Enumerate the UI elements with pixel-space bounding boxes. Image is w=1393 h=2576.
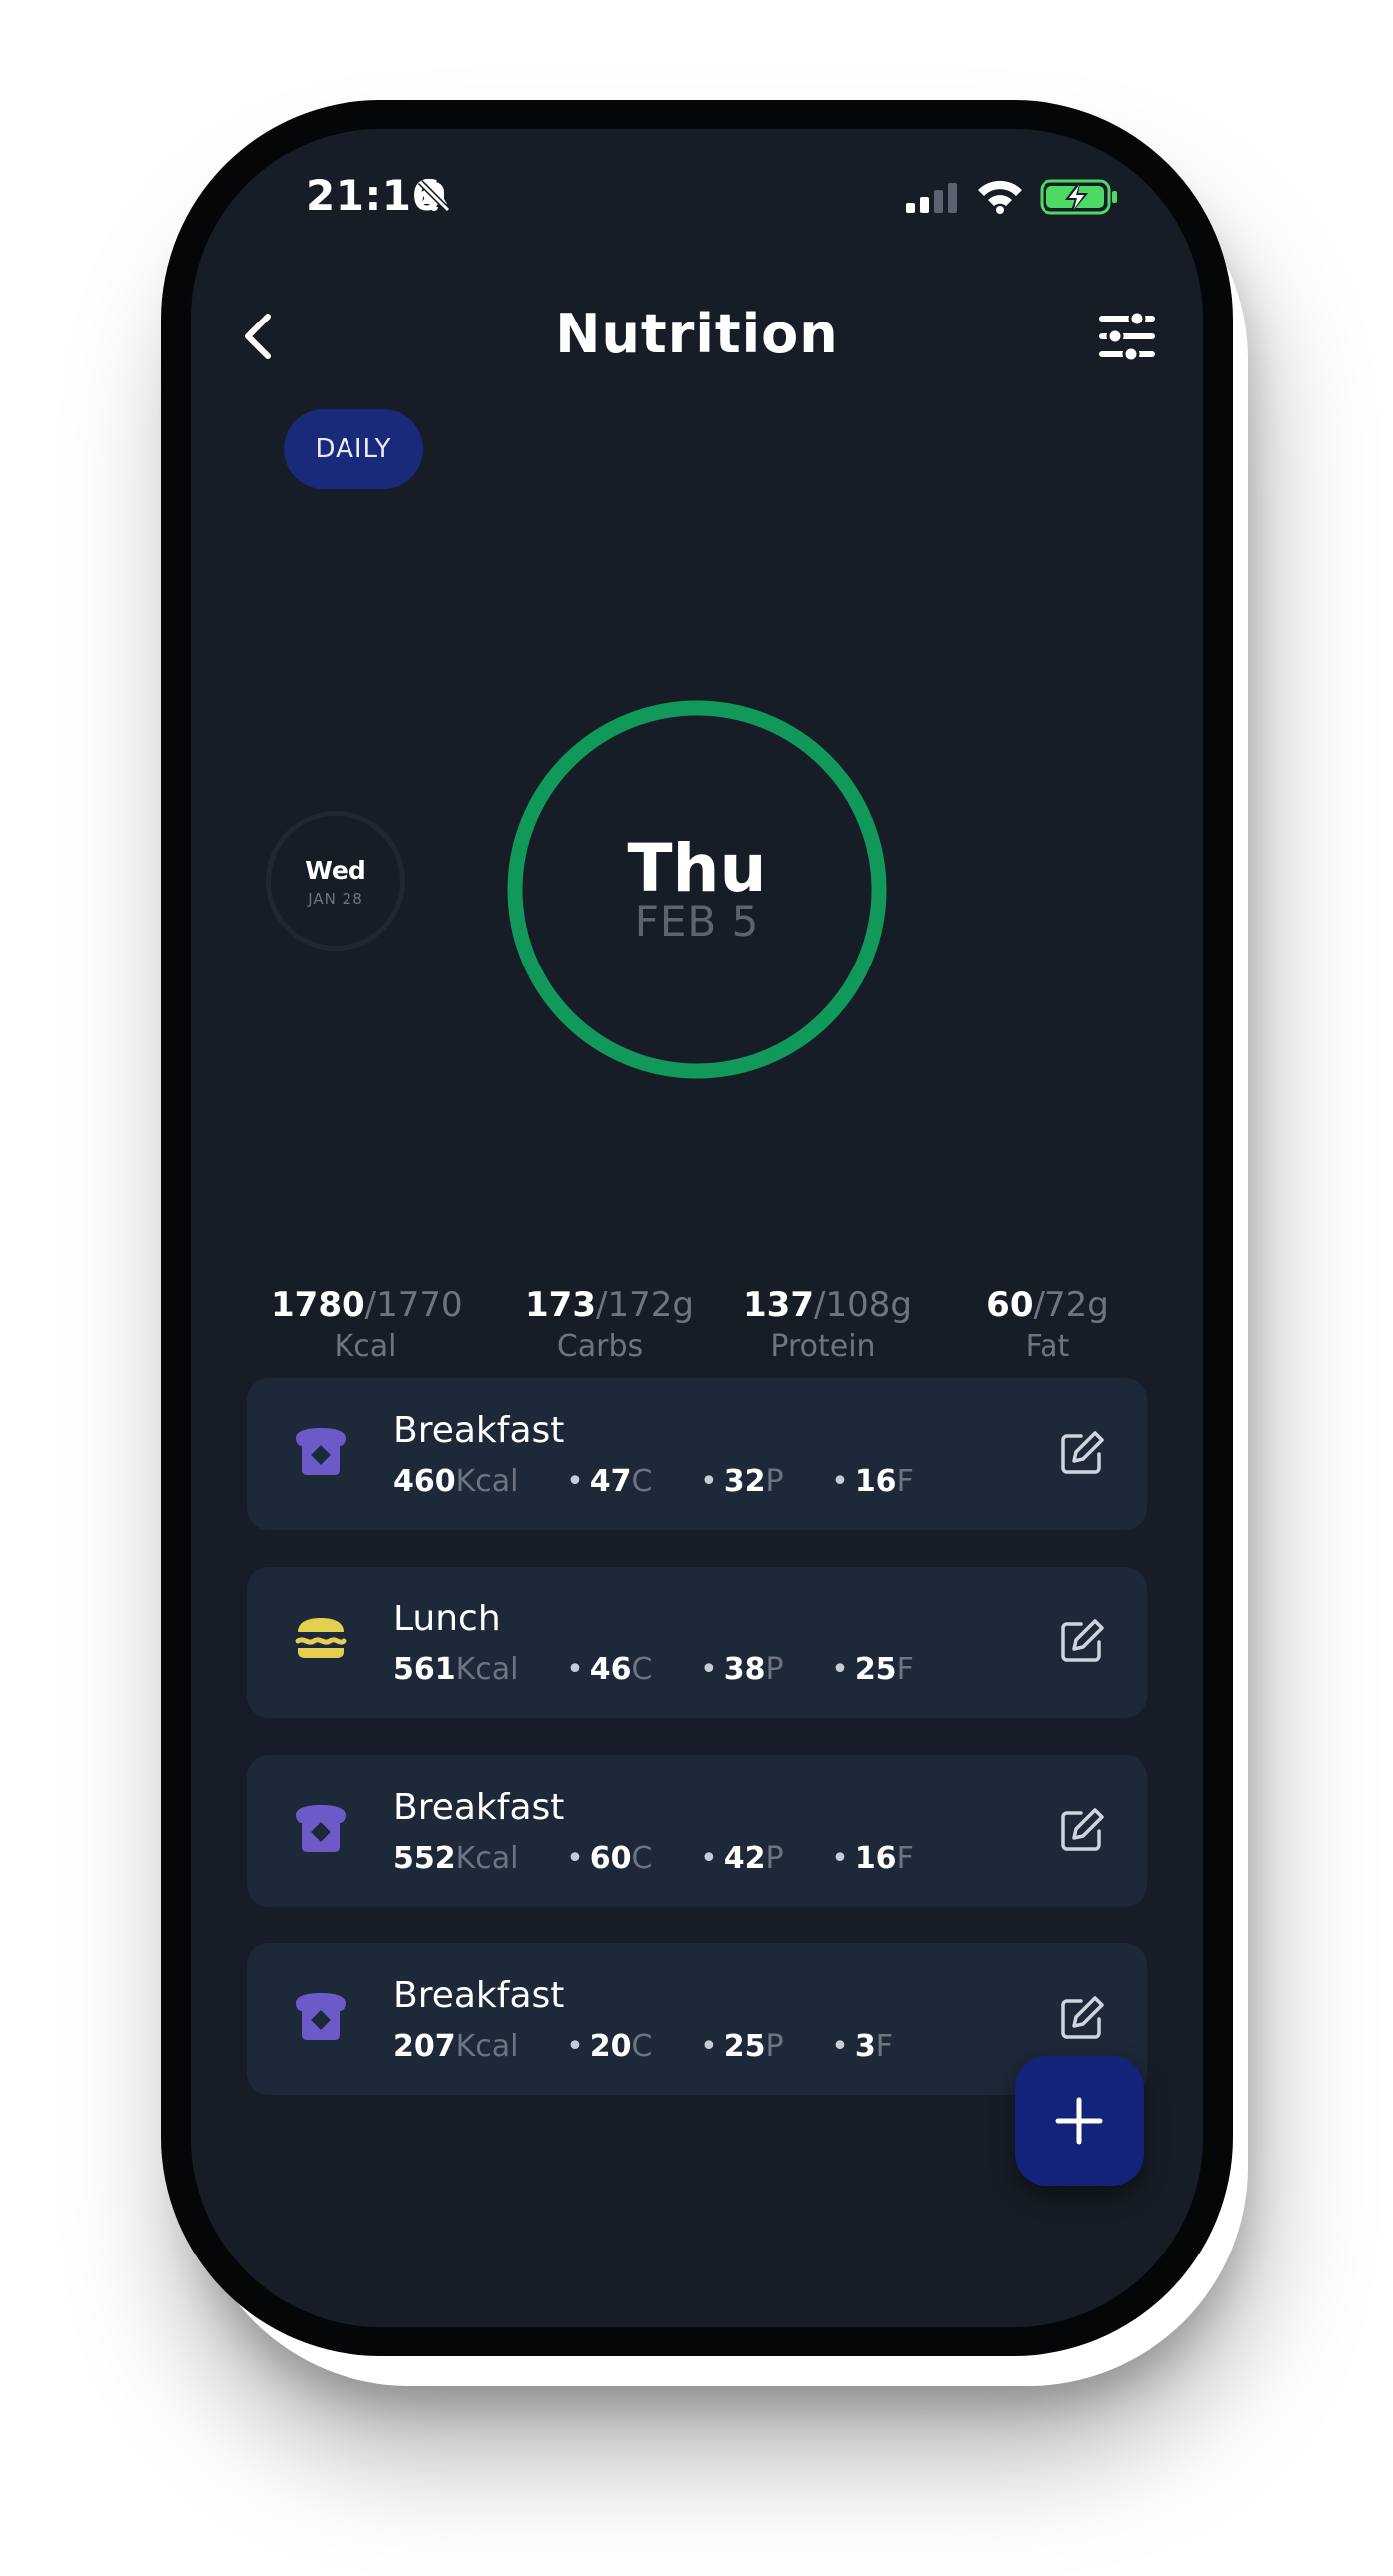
separator-dot: • <box>831 1652 849 1687</box>
meal-name: Breakfast <box>393 1410 565 1451</box>
kcal-unit: Kcal <box>455 1464 519 1499</box>
filter-sliders-icon[interactable] <box>1097 309 1157 364</box>
meal-carbs: 60 <box>589 1841 632 1876</box>
carbs-unit: C <box>631 1464 653 1499</box>
protein-unit: P <box>765 1652 784 1687</box>
meal-kcal: 561 <box>393 1652 456 1687</box>
meal-stats: 552Kcal • 60C • 42P • 16F <box>393 1841 914 1876</box>
summary-fat: 60/72g Fat <box>978 1285 1117 1375</box>
edit-icon[interactable] <box>1057 1993 1107 2043</box>
summary-goal: /1770 <box>364 1285 463 1325</box>
meal-kcal: 207 <box>393 2029 456 2064</box>
meal-fat: 25 <box>854 1652 897 1687</box>
edit-icon[interactable] <box>1057 1616 1107 1666</box>
meal-name: Breakfast <box>393 1787 565 1828</box>
separator-dot: • <box>700 1464 718 1499</box>
daily-view-toggle[interactable]: DAILY <box>284 409 423 489</box>
separator-dot: • <box>700 1841 718 1876</box>
meal-fat: 3 <box>854 2029 876 2064</box>
meal-card[interactable]: Breakfast 207Kcal • 20C • 25P • 3F <box>247 1943 1147 2095</box>
summary-value: 1780 <box>271 1285 365 1325</box>
meal-protein: 25 <box>723 2029 766 2064</box>
fat-unit: F <box>896 1464 914 1499</box>
meal-kcal: 460 <box>393 1464 456 1499</box>
edit-icon[interactable] <box>1057 1805 1107 1855</box>
summary-value: 60 <box>986 1285 1034 1325</box>
meal-card[interactable]: Lunch 561Kcal • 46C • 38P • 25F <box>247 1567 1147 1718</box>
kcal-unit: Kcal <box>455 2029 519 2064</box>
summary-unit: g <box>890 1285 912 1325</box>
separator-dot: • <box>831 1464 849 1499</box>
meal-kcal: 552 <box>393 1841 456 1876</box>
meal-card[interactable]: Breakfast 552Kcal • 60C • 42P • 16F <box>247 1755 1147 1907</box>
separator-dot: • <box>566 1841 584 1876</box>
add-meal-button[interactable] <box>1015 2056 1144 2186</box>
page-title: Nutrition <box>555 303 839 365</box>
wifi-icon <box>978 180 1022 214</box>
bell-muted-icon <box>417 179 451 213</box>
meal-protein: 42 <box>723 1841 766 1876</box>
fat-unit: F <box>896 1841 914 1876</box>
meal-protein: 38 <box>723 1652 766 1687</box>
separator-dot: • <box>700 1652 718 1687</box>
summary-goal: /172 <box>595 1285 673 1325</box>
meal-stats: 561Kcal • 46C • 38P • 25F <box>393 1652 914 1687</box>
summary-kcal: 1780/1770 Kcal <box>271 1285 463 1375</box>
separator-dot: • <box>831 1841 849 1876</box>
fat-unit: F <box>875 2029 893 2064</box>
summary-unit: g <box>1087 1285 1109 1325</box>
burger-icon <box>295 1618 347 1658</box>
summary-label: Protein <box>770 1329 876 1364</box>
toast-icon <box>296 1428 346 1475</box>
plus-icon <box>1055 2097 1103 2145</box>
meal-carbs: 46 <box>589 1652 632 1687</box>
separator-dot: • <box>566 1652 584 1687</box>
kcal-unit: Kcal <box>455 1652 519 1687</box>
meal-carbs: 20 <box>589 2029 632 2064</box>
meal-protein: 32 <box>723 1464 766 1499</box>
kcal-unit: Kcal <box>455 1841 519 1876</box>
meal-name: Lunch <box>393 1599 501 1639</box>
protein-unit: P <box>765 1841 784 1876</box>
summary-goal: /72 <box>1033 1285 1088 1325</box>
summary-value: 173 <box>525 1285 596 1325</box>
toast-icon <box>296 1993 346 2040</box>
battery-charging-icon <box>1040 179 1117 215</box>
summary-label: Kcal <box>334 1329 397 1364</box>
summary-label: Fat <box>1025 1329 1070 1364</box>
separator-dot: • <box>566 2029 584 2064</box>
separator-dot: • <box>831 2029 849 2064</box>
current-day-label: Thu <box>627 830 767 907</box>
summary-value: 137 <box>743 1285 814 1325</box>
summary-protein: 137/108g Protein <box>743 1285 912 1375</box>
protein-unit: P <box>765 2029 784 2064</box>
summary-carbs: 173/172g Carbs <box>525 1285 694 1375</box>
meal-fat: 16 <box>854 1841 897 1876</box>
meal-carbs: 47 <box>589 1464 632 1499</box>
cellular-signal-icon <box>906 183 957 213</box>
meal-fat: 16 <box>854 1464 897 1499</box>
carbs-unit: C <box>631 2029 653 2064</box>
app-screen: 21:16 Nutrition DAILY Wed JAN 28 Thu FEB… <box>191 129 1203 2327</box>
carbs-unit: C <box>631 1652 653 1687</box>
toast-icon <box>296 1805 346 1852</box>
separator-dot: • <box>700 2029 718 2064</box>
fat-unit: F <box>896 1652 914 1687</box>
summary-goal: /108 <box>813 1285 891 1325</box>
summary-label: Carbs <box>556 1329 644 1364</box>
protein-unit: P <box>765 1464 784 1499</box>
separator-dot: • <box>566 1464 584 1499</box>
current-date-label: FEB 5 <box>634 897 760 946</box>
carbs-unit: C <box>631 1841 653 1876</box>
meal-stats: 207Kcal • 20C • 25P • 3F <box>393 2029 893 2064</box>
edit-icon[interactable] <box>1057 1428 1107 1478</box>
summary-unit: g <box>672 1285 694 1325</box>
meal-name: Breakfast <box>393 1975 565 2016</box>
meal-stats: 460Kcal • 47C • 32P • 16F <box>393 1464 914 1499</box>
meal-card[interactable]: Breakfast 460Kcal • 47C • 32P • 16F <box>247 1378 1147 1530</box>
